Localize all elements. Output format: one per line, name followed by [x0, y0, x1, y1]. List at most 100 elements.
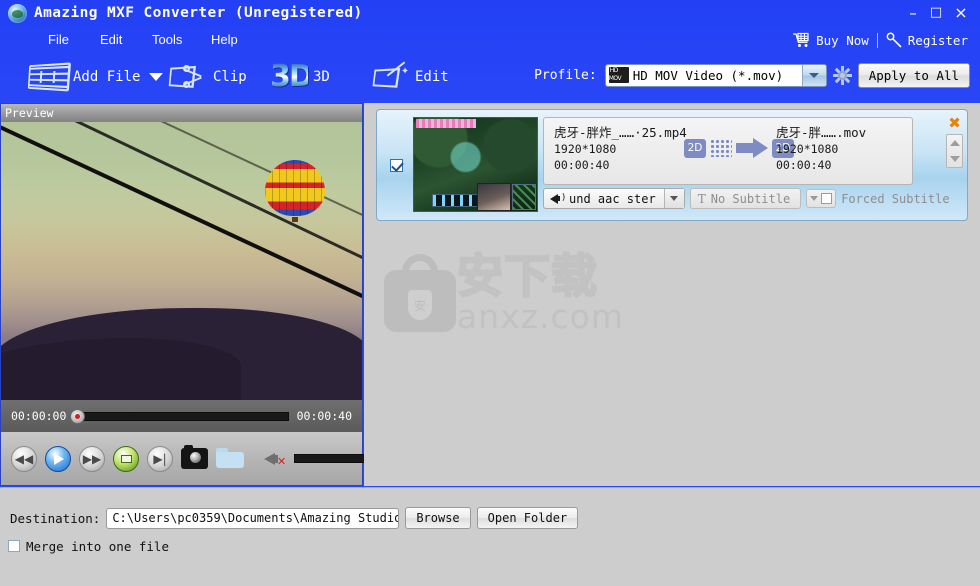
- clip-label: Clip: [213, 69, 247, 85]
- apply-to-all-button[interactable]: Apply to All: [857, 62, 970, 88]
- source-dimension-badge: 2D: [684, 138, 706, 158]
- preview-header-label: Preview: [1, 104, 362, 122]
- clip-button[interactable]: Clip: [168, 54, 247, 100]
- close-icon[interactable]: ✖: [947, 116, 962, 131]
- edit-button[interactable]: ✦ Edit: [372, 54, 449, 100]
- folder-icon[interactable]: [216, 448, 244, 469]
- speaker-muted-icon[interactable]: ✕: [264, 449, 286, 469]
- forced-subtitle-checkbox[interactable]: [806, 189, 837, 208]
- application-window: Amazing MXF Converter (Unregistered) – □…: [0, 0, 980, 586]
- three-d-button[interactable]: 3D 3D: [270, 54, 330, 100]
- destination-label: Destination:: [10, 510, 101, 526]
- close-button[interactable]: ×: [952, 4, 970, 22]
- add-file-button[interactable]: Add File: [26, 54, 164, 100]
- globe-icon: [8, 4, 27, 23]
- camera-icon[interactable]: [181, 445, 208, 469]
- menu-item-file[interactable]: File: [41, 28, 76, 52]
- hill-silhouette: [1, 338, 241, 400]
- watermark-cn: 安下载: [456, 249, 599, 303]
- shopping-bag-icon: 安: [384, 254, 456, 332]
- hd-mov-icon: [608, 67, 629, 83]
- step-forward-icon[interactable]: ▶|: [147, 445, 173, 472]
- file-select-checkbox[interactable]: [390, 159, 403, 172]
- text-icon: T: [697, 191, 706, 206]
- add-file-label: Add File: [73, 69, 141, 85]
- total-time: 00:00:40: [296, 409, 352, 423]
- video-thumbnail[interactable]: [413, 117, 538, 212]
- target-duration: 00:00:40: [776, 158, 832, 172]
- chevron-down-icon[interactable]: [663, 189, 684, 208]
- preview-video[interactable]: [1, 122, 362, 400]
- edit-label: Edit: [415, 69, 449, 85]
- account-links: Buy Now Register: [792, 30, 968, 50]
- merge-files-label: Merge into one file: [26, 538, 169, 554]
- source-info: 虎牙-胖炸_……·25.mp4 1920*1080 00:00:40: [554, 124, 687, 173]
- chevron-down-icon[interactable]: [149, 73, 164, 81]
- target-filename: 虎牙-胖…….mov: [776, 125, 867, 140]
- audio-track-select[interactable]: ) und aac ster: [543, 188, 685, 209]
- window-title: Amazing MXF Converter (Unregistered): [34, 5, 363, 21]
- audio-track-label: und aac ster: [569, 191, 656, 206]
- reorder-spinner: [946, 134, 963, 168]
- chevron-down-icon[interactable]: [801, 64, 826, 86]
- menu-item-help[interactable]: Help: [204, 28, 245, 52]
- current-time: 00:00:00: [11, 409, 67, 423]
- hot-air-balloon: [265, 160, 325, 222]
- three-d-label: 3D: [313, 69, 330, 85]
- watermark-logo: 安 安下载 anxz.com: [384, 248, 624, 338]
- divider: [876, 32, 878, 48]
- magic-wand-icon: ✦: [372, 61, 410, 90]
- minimize-button[interactable]: –: [904, 4, 922, 22]
- stop-icon[interactable]: [113, 445, 139, 472]
- profile-label: Profile:: [534, 67, 597, 83]
- film-strip-icon: [26, 62, 72, 92]
- forced-subtitle-label: Forced Subtitle: [841, 191, 950, 206]
- subtitle-select[interactable]: T No Subtitle: [689, 188, 802, 209]
- seek-slider[interactable]: [70, 408, 289, 424]
- shopping-cart-icon: [793, 32, 809, 47]
- profile-row: Profile: HD MOV Video (*.mov) Apply to A…: [534, 62, 970, 88]
- maximize-button[interactable]: □: [927, 4, 945, 22]
- checkbox-box: [8, 540, 20, 552]
- gear-icon[interactable]: [832, 65, 852, 85]
- file-list-item[interactable]: 虎牙-胖炸_……·25.mp4 1920*1080 00:00:40 2D 2D…: [376, 109, 968, 221]
- chevron-down-icon[interactable]: [949, 156, 960, 162]
- watermark-en: anxz.com: [457, 297, 624, 336]
- fast-forward-icon[interactable]: ▶▶: [79, 445, 105, 472]
- register-label: Register: [907, 32, 968, 48]
- destination-input[interactable]: C:\Users\pc0359\Documents\Amazing Studio…: [106, 507, 400, 529]
- shield-text: 安: [408, 290, 432, 320]
- register-button[interactable]: Register: [886, 32, 968, 48]
- chevron-down-icon: [810, 196, 819, 201]
- scissors-icon: [168, 64, 208, 90]
- rewind-icon[interactable]: ◀◀: [11, 445, 37, 472]
- buy-now-button[interactable]: Buy Now: [792, 32, 869, 48]
- dots-decoration: [710, 139, 732, 157]
- open-folder-button[interactable]: Open Folder: [476, 507, 579, 529]
- menu-item-tools[interactable]: Tools: [145, 28, 189, 52]
- target-resolution: 1920*1080: [776, 142, 839, 156]
- chevron-up-icon[interactable]: [949, 140, 960, 146]
- watermark-text: 安下载 anxz.com: [456, 249, 624, 336]
- source-resolution: 1920*1080: [554, 142, 617, 156]
- speaker-icon: ): [550, 192, 566, 205]
- file-list-area: 安 安下载 anxz.com 虎牙-胖炸_……·25.mp4 1920*1080: [364, 103, 980, 486]
- browse-button[interactable]: Browse: [405, 507, 471, 529]
- key-icon: [886, 32, 902, 48]
- merge-files-checkbox[interactable]: Merge into one file: [8, 537, 169, 555]
- menu-item-edit[interactable]: Edit: [93, 28, 129, 52]
- profile-select[interactable]: HD MOV Video (*.mov): [604, 63, 827, 87]
- source-filename: 虎牙-胖炸_……·25.mp4: [554, 125, 687, 140]
- forced-subtitle-group: Forced Subtitle: [806, 188, 950, 209]
- seek-thumb[interactable]: [70, 408, 86, 424]
- checkbox-box: [821, 193, 833, 204]
- file-info-box: 虎牙-胖炸_……·25.mp4 1920*1080 00:00:40 2D 2D…: [543, 117, 913, 185]
- title-bar: Amazing MXF Converter (Unregistered) – □…: [0, 0, 980, 27]
- seek-bar-row: 00:00:00 00:00:40: [1, 400, 362, 432]
- play-icon[interactable]: [45, 445, 71, 472]
- arrow-icon: [736, 138, 768, 158]
- subtitle-label: No Subtitle: [710, 191, 791, 206]
- buy-now-label: Buy Now: [816, 32, 869, 48]
- source-duration: 00:00:40: [554, 158, 610, 172]
- 3d-icon: 3D: [270, 59, 314, 94]
